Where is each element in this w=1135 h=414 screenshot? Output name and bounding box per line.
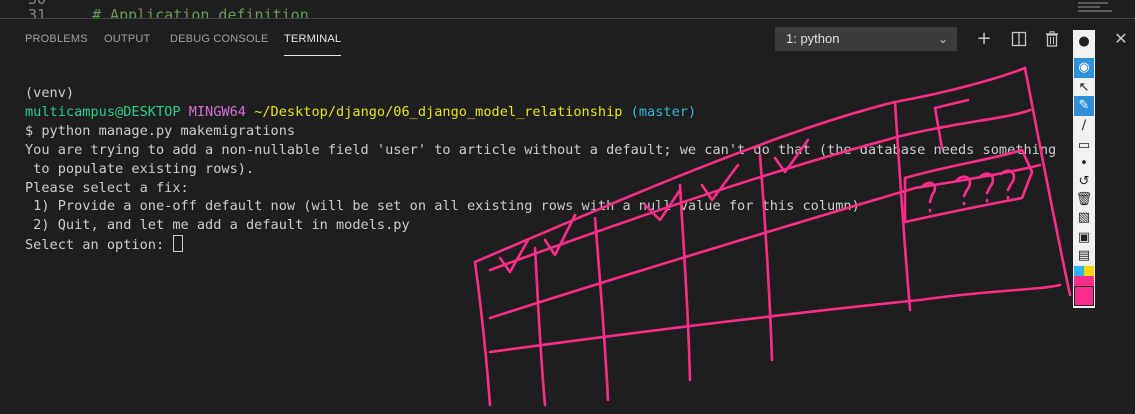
- undo-icon[interactable]: ↺: [1074, 172, 1094, 192]
- input-prompt: Select an option:: [25, 237, 173, 254]
- output-line: to populate existing rows).: [25, 160, 255, 177]
- chevron-down-icon: ⌄: [937, 32, 948, 46]
- text-cursor[interactable]: [173, 235, 184, 253]
- terminal-select[interactable]: 1: python ⌄: [775, 27, 957, 51]
- output-line: 2) Quit, and let me add a default in mod…: [25, 217, 410, 234]
- output-line: 1) Provide a one-off default now (will b…: [25, 198, 860, 215]
- editor-area: 30 31 # Application definition: [0, 0, 1135, 18]
- pin-icon[interactable]: ●: [1074, 32, 1094, 52]
- pen-icon[interactable]: ✎: [1074, 96, 1094, 116]
- panel-header: PROBLEMS OUTPUT DEBUG CONSOLE TERMINAL 1…: [0, 18, 1135, 61]
- camera-icon[interactable]: ▣: [1074, 228, 1094, 248]
- minimap[interactable]: [1078, 0, 1116, 16]
- command-line: $ python manage.py makemigrations: [25, 122, 296, 139]
- dot-icon[interactable]: •: [1074, 154, 1094, 174]
- output-line: You are trying to add a non-nullable fie…: [25, 141, 1057, 158]
- line-icon[interactable]: ∕: [1074, 116, 1094, 136]
- shell-name: MINGW64: [188, 103, 246, 120]
- cwd-path: ~/Desktop/django/06_django_model_relatio…: [254, 103, 623, 120]
- table-bottom: [488, 283, 1062, 354]
- annotation-toolbar: ● ◉ ↖ ✎ ∕ ▭ • ↺ 🗑 ▧ ▣ ▤: [1073, 30, 1095, 308]
- clear-icon[interactable]: 🗑: [1074, 190, 1094, 210]
- code-comment: # Application definition: [92, 6, 309, 18]
- tab-problems[interactable]: PROBLEMS: [25, 33, 88, 45]
- plus-icon[interactable]: +: [973, 28, 995, 50]
- tab-output[interactable]: OUTPUT: [104, 33, 150, 45]
- eye-icon[interactable]: ◉: [1074, 58, 1094, 78]
- split-icon[interactable]: [1008, 28, 1030, 50]
- pointer-icon[interactable]: ↖: [1074, 78, 1094, 98]
- stamp-icon[interactable]: ▧: [1074, 208, 1094, 228]
- git-branch: (master): [630, 103, 697, 120]
- output-line: Please select a fix:: [25, 179, 189, 196]
- clipboard-icon[interactable]: ▤: [1074, 246, 1094, 266]
- color-palette-icon[interactable]: [1074, 266, 1094, 306]
- tab-debug-console[interactable]: DEBUG CONSOLE: [170, 33, 269, 45]
- line-number: 31: [28, 6, 47, 18]
- table-left-edge: [473, 260, 492, 407]
- close-icon[interactable]: ✕: [1110, 28, 1132, 50]
- venv-label: (venv): [25, 85, 75, 101]
- terminal-select-value: 1: python: [786, 31, 840, 46]
- user-host: multicampus@DESKTOP: [25, 103, 181, 120]
- tab-terminal[interactable]: TERMINAL: [284, 33, 342, 56]
- column-divider: [533, 246, 547, 407]
- eraser-icon[interactable]: ▭: [1074, 136, 1094, 156]
- terminal-output[interactable]: (venv) multicampus@DESKTOP MINGW64 ~/Des…: [25, 84, 1056, 255]
- trash-icon[interactable]: [1041, 28, 1063, 50]
